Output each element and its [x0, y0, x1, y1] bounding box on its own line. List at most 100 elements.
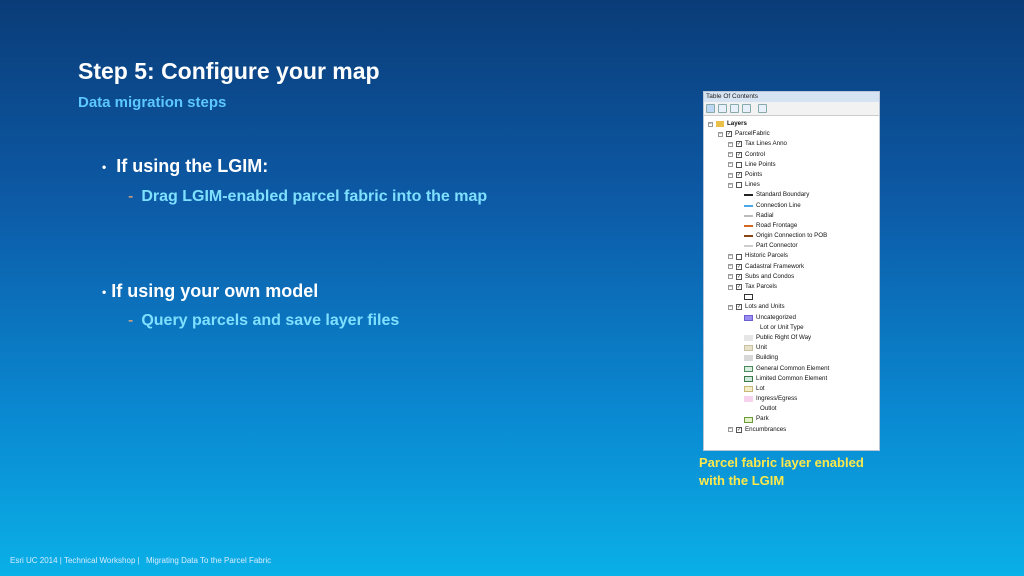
layer-visibility-checkbox[interactable]: [736, 182, 742, 189]
toc-row[interactable]: Road Frontage: [704, 221, 879, 231]
toc-row[interactable]: Connection Line: [704, 201, 879, 211]
fill-symbol-icon: [744, 396, 753, 403]
toc-row[interactable]: Outlot: [704, 404, 879, 414]
fill-symbol-icon: [744, 335, 753, 342]
toc-row-label: Encumbrances: [745, 425, 787, 433]
expand-collapse-icon[interactable]: −: [728, 182, 733, 188]
toc-row[interactable]: Lot: [704, 384, 879, 394]
toc-row[interactable]: − Layers: [704, 119, 879, 129]
toc-row-label: ParcelFabric: [735, 130, 770, 138]
toc-row[interactable]: − Line Points: [704, 160, 879, 170]
toc-row-label: Public Right Of Way: [756, 333, 812, 341]
toc-row-label: Limited Common Element: [756, 374, 828, 382]
toc-row-label: Road Frontage: [756, 221, 798, 229]
toc-row[interactable]: − ✓ Tax Lines Anno: [704, 139, 879, 149]
list-by-selection-icon[interactable]: [742, 104, 751, 113]
toc-title: Table Of Contents: [704, 92, 879, 102]
layer-visibility-checkbox[interactable]: ✓: [736, 172, 742, 179]
sub-bullet-own-model: - Query parcels and save layer files: [128, 312, 399, 330]
toc-row[interactable]: − ✓ Tax Parcels: [704, 282, 879, 292]
toc-row[interactable]: [704, 292, 879, 302]
expand-collapse-icon[interactable]: −: [728, 172, 733, 178]
expand-collapse-icon[interactable]: −: [728, 427, 733, 433]
toc-row[interactable]: Ingress/Egress: [704, 394, 879, 404]
toc-row[interactable]: Radial: [704, 211, 879, 221]
toc-row-label: Cadastral Framework: [745, 262, 805, 270]
fill-symbol-icon: [744, 355, 753, 362]
list-by-source-icon[interactable]: [718, 104, 727, 113]
toc-row-label: General Common Element: [756, 364, 830, 372]
layer-visibility-checkbox[interactable]: ✓: [726, 131, 732, 138]
toc-row[interactable]: − ✓ Cadastral Framework: [704, 262, 879, 272]
options-icon[interactable]: [758, 104, 767, 113]
slide-footer: Esri UC 2014 | Technical Workshop | Migr…: [10, 556, 275, 565]
toc-row[interactable]: Lot or Unit Type: [704, 323, 879, 333]
toc-tree: − Layers − ✓ ParcelFabric − ✓ Tax Lines Anno − ✓ C…: [704, 116, 879, 435]
toc-row[interactable]: Limited Common Element: [704, 374, 879, 384]
layer-visibility-checkbox[interactable]: ✓: [736, 151, 742, 158]
toc-row-label: Connection Line: [756, 201, 801, 209]
fill-symbol-icon: [744, 375, 753, 382]
expand-collapse-icon[interactable]: −: [718, 131, 723, 137]
toc-row-label: Building: [756, 354, 779, 362]
toc-row[interactable]: Part Connector: [704, 241, 879, 251]
toc-toolbar: [704, 102, 879, 116]
toc-row[interactable]: Building: [704, 353, 879, 363]
sub-bullet-marker: -: [128, 312, 134, 329]
toc-row[interactable]: Standard Boundary: [704, 190, 879, 200]
layer-visibility-checkbox[interactable]: ✓: [736, 284, 742, 291]
footer-event: Esri UC 2014 | Technical Workshop |: [10, 556, 140, 565]
toc-row[interactable]: General Common Element: [704, 364, 879, 374]
layer-visibility-checkbox[interactable]: [736, 161, 742, 168]
toc-row[interactable]: − ✓ Control: [704, 150, 879, 160]
layer-visibility-checkbox[interactable]: ✓: [736, 273, 742, 280]
bullet-text: If using the LGIM:: [116, 156, 269, 176]
toc-row[interactable]: Origin Connection to POB: [704, 231, 879, 241]
sub-bullet-text: Query parcels and save layer files: [141, 312, 400, 329]
toc-row-label: Line Points: [745, 160, 776, 168]
toc-row[interactable]: Park: [704, 414, 879, 424]
expand-collapse-icon[interactable]: −: [728, 152, 733, 158]
layer-visibility-checkbox[interactable]: ✓: [736, 141, 742, 148]
toc-row-label: Tax Parcels: [745, 283, 777, 290]
list-by-visibility-icon[interactable]: [730, 104, 739, 113]
layer-visibility-checkbox[interactable]: ✓: [736, 304, 742, 311]
expand-collapse-icon[interactable]: −: [728, 274, 733, 280]
expand-collapse-icon[interactable]: −: [728, 141, 733, 147]
toc-row[interactable]: Public Right Of Way: [704, 333, 879, 343]
toc-row-label: Standard Boundary: [756, 191, 810, 199]
toc-row-label: Radial: [756, 211, 774, 219]
layer-visibility-checkbox[interactable]: ✓: [736, 426, 742, 433]
fill-symbol-icon: [744, 416, 753, 423]
bullet-lgim: • If using the LGIM:: [102, 156, 268, 177]
toc-row[interactable]: − ✓ Points: [704, 170, 879, 180]
caption-line: Parcel fabric layer enabled: [699, 455, 864, 470]
toc-row-label: Lot: [756, 384, 765, 392]
expand-collapse-icon[interactable]: −: [728, 264, 733, 270]
layer-visibility-checkbox[interactable]: ✓: [736, 263, 742, 270]
layer-visibility-checkbox[interactable]: [736, 253, 742, 260]
expand-collapse-icon[interactable]: −: [728, 304, 733, 310]
toc-row-label: Lines: [745, 181, 760, 189]
expand-collapse-icon[interactable]: −: [708, 121, 713, 127]
toc-row[interactable]: Uncategorized: [704, 313, 879, 323]
bullet-own-model: • If using your own model: [102, 281, 318, 302]
toc-row-label: Origin Connection to POB: [756, 232, 828, 240]
footer-session: Migrating Data To the Parcel Fabric: [145, 556, 272, 565]
sub-bullet-lgim: - Drag LGIM-enabled parcel fabric into th…: [128, 188, 487, 206]
bullet-marker: •: [102, 160, 107, 175]
toc-row[interactable]: − Lines: [704, 180, 879, 190]
toc-row-label: Part Connector: [756, 242, 798, 250]
figure-caption: Parcel fabric layer enabled with the LGI…: [699, 454, 864, 490]
toc-row[interactable]: − ✓ ParcelFabric: [704, 129, 879, 139]
toc-row[interactable]: − ✓ Subs and Condos: [704, 272, 879, 282]
expand-collapse-icon[interactable]: −: [728, 162, 733, 168]
toc-row[interactable]: − ✓ Lots and Units: [704, 302, 879, 312]
expand-collapse-icon[interactable]: −: [728, 254, 733, 260]
list-by-drawing-order-icon[interactable]: [706, 104, 715, 113]
toc-row[interactable]: Unit: [704, 343, 879, 353]
toc-row-label: Subs and Condos: [745, 272, 795, 280]
toc-row[interactable]: − ✓ Encumbrances: [704, 425, 879, 435]
toc-row[interactable]: − Historic Parcels: [704, 251, 879, 261]
expand-collapse-icon[interactable]: −: [728, 284, 733, 290]
